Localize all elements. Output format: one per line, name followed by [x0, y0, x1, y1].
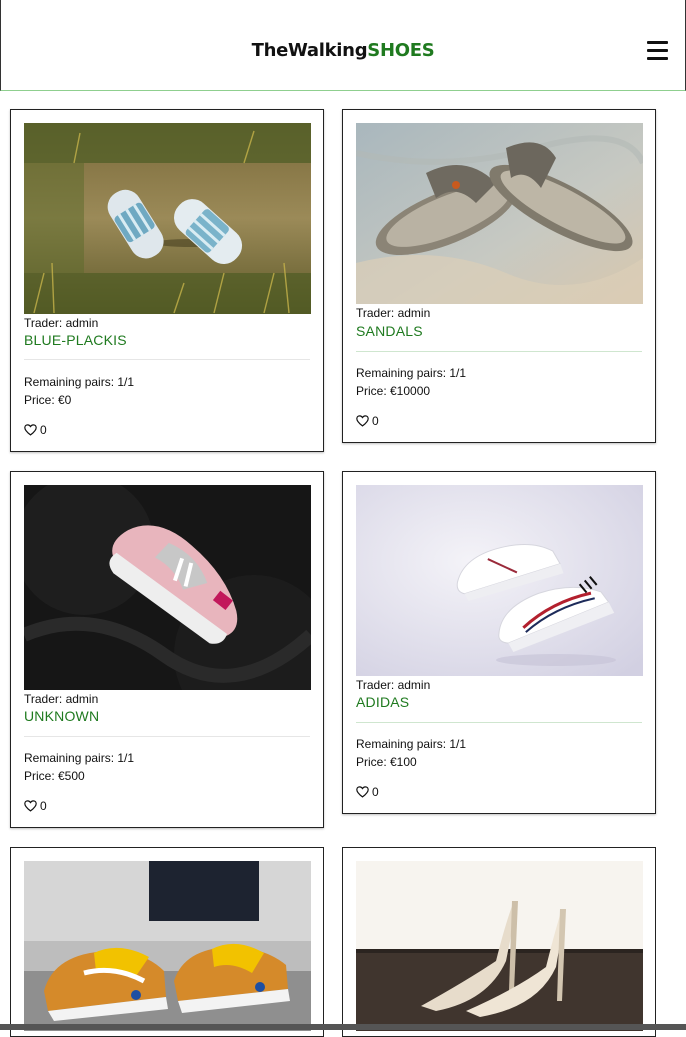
product-title[interactable]: UNKNOWN: [24, 708, 99, 724]
heart-icon: [24, 800, 37, 812]
product-trader: Trader: admin: [356, 678, 431, 692]
product-remaining: Remaining pairs: 1/1: [24, 375, 135, 389]
product-image-blue-slides[interactable]: [24, 123, 311, 314]
product-title[interactable]: SANDALS: [356, 323, 423, 339]
like-button[interactable]: 0: [356, 785, 379, 799]
hamburger-menu-icon[interactable]: [647, 41, 668, 60]
product-remaining: Remaining pairs: 1/1: [356, 737, 467, 751]
product-title[interactable]: ADIDAS: [356, 694, 409, 710]
product-card[interactable]: [10, 847, 324, 1037]
product-card[interactable]: [342, 847, 656, 1037]
like-button[interactable]: 0: [24, 799, 47, 813]
product-image-adidas-sneakers[interactable]: [356, 485, 643, 676]
like-count: 0: [40, 423, 47, 437]
product-card[interactable]: Trader: admin BLUE-PLACKIS Remaining pai…: [10, 109, 324, 452]
site-header: TheWalkingSHOES: [0, 0, 686, 91]
browser-bottom-bar: [0, 1024, 686, 1030]
separator: [356, 722, 642, 723]
separator: [356, 351, 642, 352]
product-remaining: Remaining pairs: 1/1: [24, 751, 135, 765]
product-image-orange-sneakers[interactable]: [24, 861, 311, 1031]
heart-icon: [24, 424, 37, 436]
product-card[interactable]: Trader: admin UNKNOWN Remaining pairs: 1…: [10, 471, 324, 828]
product-price: Price: €10000: [356, 384, 431, 398]
product-image-high-heels[interactable]: [356, 861, 643, 1031]
product-price: Price: €0: [24, 393, 72, 407]
heart-icon: [356, 786, 369, 798]
product-trader: Trader: admin: [356, 306, 431, 320]
product-image-pink-sneaker[interactable]: [24, 485, 311, 690]
heart-icon: [356, 415, 369, 427]
like-count: 0: [372, 785, 379, 799]
separator: [24, 736, 310, 737]
product-card[interactable]: Trader: admin SANDALS Remaining pairs: 1…: [342, 109, 656, 443]
like-button[interactable]: 0: [24, 423, 47, 437]
product-image-sandals[interactable]: [356, 123, 643, 304]
product-card[interactable]: Trader: admin ADIDAS Remaining pairs: 1/…: [342, 471, 656, 814]
like-count: 0: [372, 414, 379, 428]
like-count: 0: [40, 799, 47, 813]
separator: [24, 359, 310, 360]
brand-prefix: TheWalking: [251, 40, 368, 61]
product-remaining: Remaining pairs: 1/1: [356, 366, 467, 380]
brand-accent: SHOES: [367, 40, 435, 61]
product-price: Price: €500: [24, 769, 85, 783]
product-price: Price: €100: [356, 755, 417, 769]
like-button[interactable]: 0: [356, 414, 379, 428]
product-title[interactable]: BLUE-PLACKIS: [24, 332, 127, 348]
brand-logo[interactable]: TheWalkingSHOES: [1, 40, 685, 61]
product-trader: Trader: admin: [24, 316, 99, 330]
product-trader: Trader: admin: [24, 692, 99, 706]
